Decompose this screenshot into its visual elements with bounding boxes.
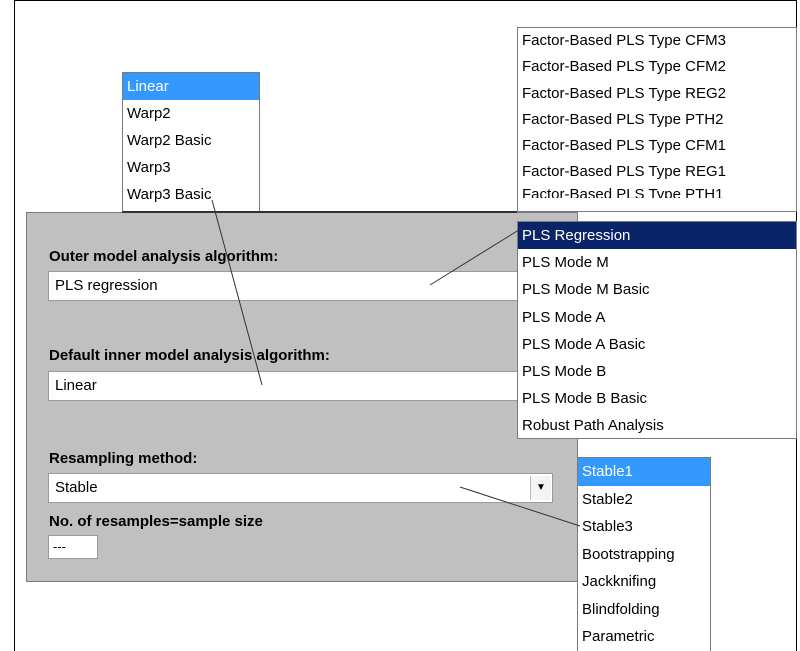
outer-connector-line — [429, 227, 523, 286]
inner-connector-line — [211, 199, 263, 386]
connector-lines — [211, 199, 581, 527]
resampling-connector-line — [459, 486, 581, 527]
